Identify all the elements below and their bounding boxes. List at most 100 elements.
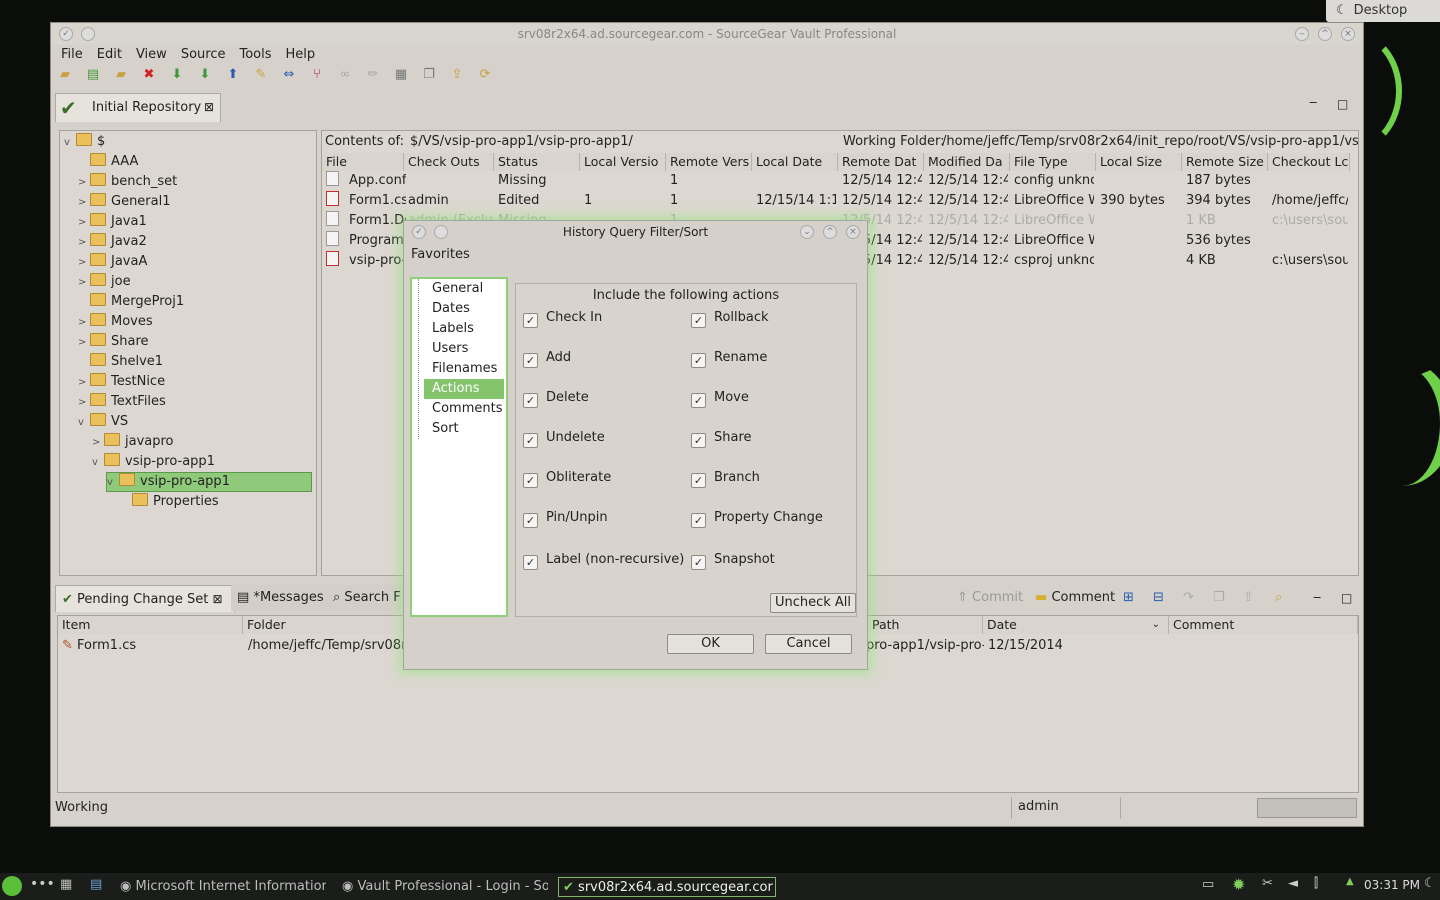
file-row[interactable]: Program.: [326, 231, 406, 251]
column-header[interactable]: Local Versio: [580, 153, 666, 171]
tray-up-icon[interactable]: ▲: [1346, 876, 1354, 887]
task-vault-login[interactable]: ◉ Vault Professional - Login - So: [342, 877, 548, 897]
filter-category-item[interactable]: Users: [424, 339, 504, 359]
start-menu-icon[interactable]: [2, 876, 22, 896]
tree-item[interactable]: Shelve1: [78, 352, 163, 372]
tree-item[interactable]: > Java2: [78, 232, 147, 252]
moon-icon[interactable]: ☾: [1424, 876, 1436, 891]
column-header[interactable]: File: [322, 153, 404, 171]
tree-item[interactable]: > JavaA: [78, 252, 147, 272]
tree-item[interactable]: > TextFiles: [78, 392, 166, 412]
undo-change-icon[interactable]: ⊟: [1147, 585, 1170, 611]
bottom-maximize-icon[interactable]: □: [1335, 585, 1358, 611]
dialog-minimize-icon[interactable]: ⌄: [800, 225, 814, 239]
filter-icon[interactable]: ⊞: [1117, 585, 1140, 611]
terminal-icon[interactable]: ▭: [1202, 877, 1214, 892]
column-header[interactable]: Check Outs: [404, 153, 494, 171]
tree-item[interactable]: > Java1: [78, 212, 147, 232]
menu-edit[interactable]: Edit: [90, 45, 129, 65]
expander-icon[interactable]: >: [78, 333, 90, 353]
tree-item[interactable]: v VS: [78, 412, 128, 432]
add-file-icon[interactable]: ▤: [85, 67, 101, 83]
filter-category-item[interactable]: Labels: [424, 319, 504, 339]
tab-initial-repository[interactable]: ✔ Initial Repository ⊠: [55, 93, 221, 122]
action-checkbox[interactable]: ✓ Rollback: [691, 308, 769, 328]
tree-item[interactable]: MergeProj1: [78, 292, 184, 312]
file-row[interactable]: Form1.cs: [326, 191, 406, 211]
menu-help[interactable]: Help: [279, 45, 323, 65]
sticky-icon[interactable]: [81, 27, 95, 41]
tree-item[interactable]: v vsip-pro-app1: [106, 472, 312, 492]
commit-button[interactable]: ⇑ Commit: [951, 585, 1029, 611]
branch-icon[interactable]: ⑂: [309, 67, 325, 83]
label-icon[interactable]: ✎: [253, 67, 269, 83]
col-comment[interactable]: Comment: [1169, 616, 1358, 634]
bottom-minimize-icon[interactable]: ‒: [1307, 585, 1327, 611]
expander-icon[interactable]: >: [78, 253, 90, 273]
tools-icon[interactable]: ✂: [1262, 876, 1273, 891]
tree-item[interactable]: > javapro: [92, 432, 174, 452]
workspace-switcher-icon[interactable]: ▦: [60, 877, 72, 892]
action-checkbox[interactable]: ✓ Share: [691, 428, 752, 448]
volume-icon[interactable]: ◄: [1288, 876, 1298, 891]
tab-search[interactable]: ⌕ Search F: [327, 585, 411, 611]
redo-icon[interactable]: ↷: [1177, 585, 1200, 611]
pencil-icon[interactable]: ✏: [365, 67, 381, 83]
menu-source[interactable]: Source: [174, 45, 233, 65]
action-checkbox[interactable]: ✓ Move: [691, 388, 749, 408]
column-header[interactable]: Local Size: [1096, 153, 1182, 171]
filter-category-item[interactable]: Filenames: [424, 359, 504, 379]
more-apps-icon[interactable]: •••: [30, 876, 55, 892]
col-date[interactable]: Date ⌄: [983, 616, 1169, 634]
favorites-menu[interactable]: Favorites: [411, 247, 470, 262]
copy-icon[interactable]: ❐: [421, 67, 437, 83]
action-checkbox[interactable]: ✓ Branch: [691, 468, 760, 488]
file-row[interactable]: vsip-pro-: [326, 251, 406, 271]
new-folder-icon[interactable]: ▰: [113, 67, 129, 83]
close-tab-icon[interactable]: ⊠: [204, 100, 214, 114]
column-header[interactable]: Status: [494, 153, 580, 171]
uncheck-all-button[interactable]: Uncheck All: [770, 593, 856, 613]
tree-item[interactable]: AAA: [78, 152, 138, 172]
file-row[interactable]: Form1.De: [326, 211, 406, 231]
tree-item[interactable]: v vsip-pro-app1: [92, 452, 215, 472]
action-checkbox[interactable]: ✓ Rename: [691, 348, 767, 368]
maximize-icon[interactable]: ^: [1318, 27, 1332, 41]
diff-pending-icon[interactable]: ❐: [1207, 585, 1231, 611]
expander-icon[interactable]: >: [78, 273, 90, 293]
action-checkbox[interactable]: ✓ Label (non-recursive): [523, 550, 684, 570]
expander-icon[interactable]: v: [78, 413, 90, 433]
up-icon[interactable]: ⇧: [1237, 585, 1260, 611]
close-tab-icon[interactable]: ⊠: [213, 592, 223, 606]
filter-category-item[interactable]: Sort: [424, 419, 504, 439]
column-header[interactable]: Checkout Lc: [1268, 153, 1350, 171]
menu-tools[interactable]: Tools: [232, 45, 278, 65]
tree-item[interactable]: > Share: [78, 332, 149, 352]
panel-minimize-icon[interactable]: ‒: [1309, 95, 1317, 110]
expander-icon[interactable]: >: [78, 193, 90, 213]
pending-row-item[interactable]: ✎ Form1.cs: [62, 636, 136, 656]
tree-item[interactable]: > joe: [78, 272, 131, 292]
expander-icon[interactable]: v: [64, 133, 76, 153]
dialog-sticky-icon[interactable]: [434, 225, 448, 239]
column-header[interactable]: Modified Da: [924, 153, 1010, 171]
check-out-icon[interactable]: ⬇: [197, 67, 213, 83]
task-iis[interactable]: ◉ Microsoft Internet Informatior: [120, 877, 326, 897]
tab-messages[interactable]: ▤ *Messages: [231, 585, 333, 611]
expander-icon[interactable]: >: [78, 393, 90, 413]
bug-icon[interactable]: ✹: [1232, 875, 1245, 894]
task-vault-main[interactable]: ✔ srv08r2x64.ad.sourcegear.cor: [558, 877, 776, 897]
tree-item[interactable]: > Moves: [78, 312, 153, 332]
action-checkbox[interactable]: ✓ Pin/Unpin: [523, 508, 608, 528]
action-checkbox[interactable]: ✓ Obliterate: [523, 468, 611, 488]
expander-icon[interactable]: v: [92, 453, 104, 473]
tree-item[interactable]: > General1: [78, 192, 171, 212]
panel-maximize-icon[interactable]: □: [1337, 97, 1348, 111]
comment-button[interactable]: ▬ Comment: [1029, 585, 1121, 611]
expander-icon[interactable]: >: [78, 233, 90, 253]
expander-icon[interactable]: >: [78, 173, 90, 193]
network-icon[interactable]: ⫿: [1314, 876, 1318, 891]
expander-icon[interactable]: v: [107, 474, 119, 492]
filter-category-item[interactable]: Actions: [424, 379, 504, 399]
filter-category-item[interactable]: General: [424, 279, 504, 299]
